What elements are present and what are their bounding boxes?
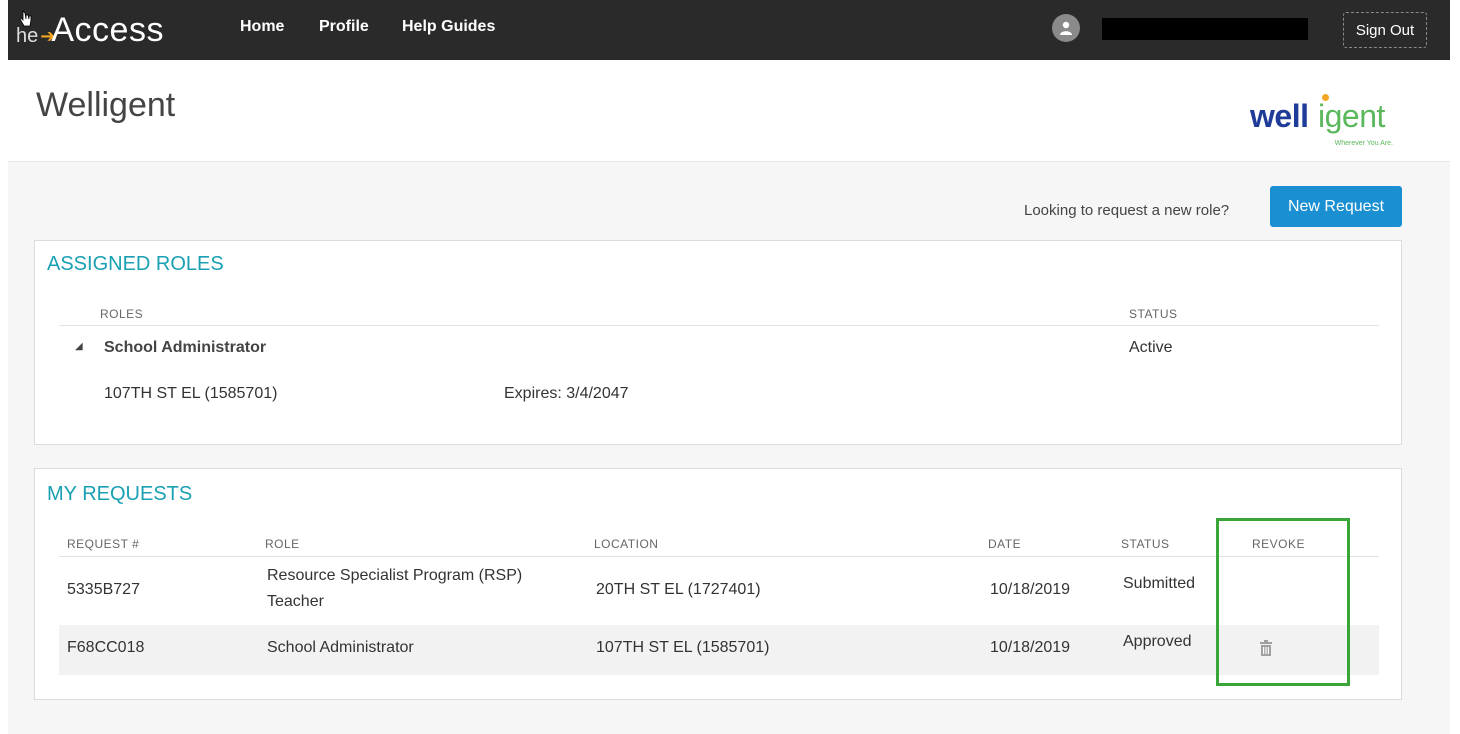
user-icon — [1060, 21, 1072, 35]
request-status: Submitted — [1123, 575, 1196, 592]
role-location: 107TH ST EL (1585701) — [104, 385, 278, 402]
request-location: 107TH ST EL (1585701) — [596, 639, 770, 656]
revoke-highlight-box — [1216, 518, 1350, 686]
request-date: 10/18/2019 — [990, 639, 1071, 656]
assigned-roles-panel: ASSIGNED ROLES ROLES STATUS ◢ School Adm… — [34, 240, 1402, 445]
collapse-triangle-icon[interactable]: ◢ — [75, 341, 83, 352]
header-divider-line — [59, 325, 1379, 326]
brand-a-glyph: A — [51, 11, 75, 49]
request-location: 20TH ST EL (1727401) — [596, 581, 761, 598]
redacted-username — [1102, 18, 1308, 40]
brand-access-text: ccess — [74, 11, 164, 49]
request-number-column-header: REQUEST # — [67, 537, 140, 551]
logo-igent-text: igent — [1318, 98, 1385, 134]
nav-help-guides-link[interactable]: Help Guides — [402, 18, 495, 36]
date-column-header: DATE — [988, 537, 1022, 551]
role-status: Active — [1129, 339, 1173, 356]
my-requests-title: MY REQUESTS — [47, 483, 193, 505]
oneaccess-logo[interactable]: he ➔ A ccess — [16, 8, 164, 48]
request-date: 10/18/2019 — [990, 581, 1071, 598]
assigned-roles-title: ASSIGNED ROLES — [47, 253, 224, 275]
request-role-line1: Resource Specialist Program (RSP) — [267, 567, 523, 584]
welligent-logo: well igent Wherever You Are. — [1250, 92, 1395, 152]
sign-out-button[interactable]: Sign Out — [1343, 12, 1427, 48]
top-nav-bar: he ➔ A ccess Home Profile Help Guides Si… — [8, 0, 1450, 60]
nav-home-link[interactable]: Home — [240, 18, 284, 36]
logo-well-text: well — [1250, 98, 1309, 134]
request-role: School Administrator — [267, 639, 414, 656]
role-name: School Administrator — [104, 339, 267, 356]
new-request-button[interactable]: New Request — [1270, 186, 1402, 227]
request-role-line2: Teacher — [267, 593, 324, 610]
request-number: F68CC018 — [67, 639, 145, 656]
request-status: Approved — [1123, 633, 1192, 650]
request-number: 5335B727 — [67, 581, 140, 598]
roles-column-header: ROLES — [100, 307, 144, 321]
requests-header-divider — [59, 556, 1379, 557]
user-avatar-icon[interactable] — [1052, 14, 1080, 42]
status-column-header: STATUS — [1121, 537, 1170, 551]
role-column-header: ROLE — [265, 537, 300, 551]
hand-cursor-icon — [19, 10, 32, 27]
status-column-header: STATUS — [1129, 307, 1178, 321]
page-title: Welligent — [36, 86, 176, 124]
nav-profile-link[interactable]: Profile — [319, 18, 369, 36]
my-requests-panel: MY REQUESTS REQUEST # ROLE LOCATION DATE… — [34, 468, 1402, 700]
location-column-header: LOCATION — [594, 537, 659, 551]
request-prompt-text: Looking to request a new role? — [1024, 202, 1230, 219]
logo-tagline: Wherever You Are. — [1334, 140, 1393, 147]
role-expires: Expires: 3/4/2047 — [504, 385, 629, 402]
